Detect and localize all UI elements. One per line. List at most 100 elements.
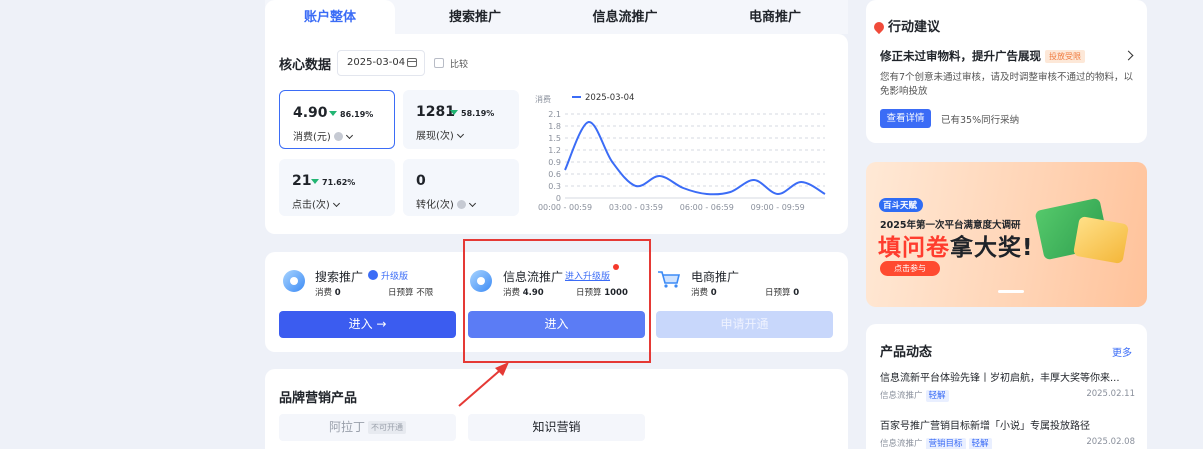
- news-headline: 百家号推广营销目标新增「小说」专属投放路径: [880, 421, 1090, 432]
- aladdin-label: 阿拉丁: [328, 420, 365, 434]
- series-line: [564, 121, 826, 196]
- product-budget: 日预算 0: [765, 288, 800, 298]
- x-tick-label: 00:00 - 00:59: [538, 203, 592, 212]
- spend-line-chart: 2.1 1.8 1.5 1.2 0.9 0.6 0.3 0 消费 2025-03-04 00:00 …: [535, 93, 826, 212]
- metric-name: 点击(次): [292, 196, 340, 211]
- brand-logo: 百斗天赋: [879, 198, 924, 212]
- prize-illustration: [1072, 215, 1130, 265]
- metric-name: 展现(次): [416, 127, 464, 142]
- upgrade-link[interactable]: 升级版: [381, 269, 408, 282]
- calendar-icon: [407, 58, 417, 67]
- chevron-down-icon: [468, 199, 476, 208]
- x-tick-label: 09:00 - 09:59: [751, 203, 805, 212]
- brand-title: 品牌营销产品: [279, 391, 358, 406]
- more-link[interactable]: 更多: [1112, 344, 1132, 359]
- tab-search-promotion[interactable]: 搜索推广: [415, 0, 535, 34]
- info-icon: [456, 200, 466, 209]
- news-meta: 信息流推广 营销目标 轻解 2025.02.08: [880, 437, 1135, 449]
- annotation-arrow: [458, 362, 509, 407]
- view-details-button[interactable]: 查看详情: [880, 109, 931, 128]
- action-title[interactable]: 修正未过审物料，提升广告展现 投放受限: [880, 48, 1085, 64]
- chevron-down-icon: [332, 199, 340, 208]
- apply-ecommerce-button[interactable]: 申请开通: [656, 311, 833, 338]
- compare-checkbox[interactable]: [434, 58, 444, 68]
- location-pin-icon: [871, 19, 887, 35]
- enter-search-button[interactable]: 进入 →: [279, 311, 456, 338]
- news-headline: 信息流新平台体验先锋丨岁初启航，丰厚大奖等你来...: [880, 373, 1120, 384]
- product-budget: 日预算 不限: [388, 288, 434, 298]
- restricted-tag: 投放受限: [1045, 50, 1085, 63]
- y-tick-label: 0.3: [548, 182, 561, 191]
- y-axis-label: 消费: [535, 94, 551, 104]
- metric-value: 0: [416, 173, 426, 189]
- core-data-title: 核心数据: [279, 58, 332, 73]
- aladdin-button[interactable]: 阿拉丁 不可开通: [279, 414, 456, 441]
- metric-spend[interactable]: 4.90 86.19% 消费(元): [279, 90, 395, 149]
- x-tick-label: 03:00 - 03:59: [609, 203, 663, 212]
- x-tick-label: 06:00 - 06:59: [680, 203, 734, 212]
- metric-value: 4.90: [293, 105, 328, 121]
- down-triangle-icon: [450, 110, 458, 115]
- y-tick-label: 0: [556, 194, 561, 203]
- y-tick-label: 2.1: [548, 110, 561, 119]
- metric-change: 86.19%: [329, 110, 373, 119]
- y-tick-label: 1.2: [548, 146, 561, 155]
- tab-ecommerce-promotion[interactable]: 电商推广: [715, 0, 835, 34]
- compare-label: 比较: [450, 60, 469, 70]
- action-suggestion-card: 行动建议 修正未过审物料，提升广告展现 投放受限 您有7个创意未通过审核，请及时调…: [866, 0, 1147, 143]
- metric-impressions[interactable]: 1281 58.19% 展现(次): [403, 90, 519, 149]
- product-spend: 消费 0: [315, 288, 341, 298]
- search-promotion-icon: [283, 270, 305, 292]
- banner-headline: 填问卷拿大奖!: [878, 235, 1034, 261]
- brand-marketing-card: 品牌营销产品 阿拉丁 不可开通 知识营销: [265, 369, 848, 449]
- info-icon: [333, 132, 343, 141]
- action-header: 行动建议: [871, 16, 940, 35]
- metric-conversions[interactable]: 0 转化(次): [403, 159, 519, 216]
- metric-change: 58.19%: [450, 109, 494, 118]
- metric-name: 消费(元): [293, 128, 353, 143]
- cart-icon: [658, 271, 681, 288]
- y-tick-label: 1.8: [548, 122, 561, 131]
- promotion-tabs: 账户整体 搜索推广 信息流推广 电商推广: [265, 0, 848, 34]
- news-tag: 轻解: [968, 438, 992, 449]
- product-name: 电商推广: [691, 270, 740, 284]
- product-name: 搜索推广: [315, 270, 364, 284]
- knowledge-marketing-button[interactable]: 知识营销: [468, 414, 645, 441]
- news-item[interactable]: 百家号推广营销目标新增「小说」专属投放路径 信息流推广 营销目标 轻解 2025.0…: [880, 417, 1135, 449]
- news-tag: 营销目标: [925, 438, 966, 449]
- chevron-down-icon: [456, 130, 464, 139]
- carousel-indicator[interactable]: [998, 290, 1024, 293]
- date-value: 2025-03-04: [347, 57, 406, 68]
- survey-banner[interactable]: 百斗天赋 2025年第一次平台满意度大调研 填问卷拿大奖! 点击参与: [866, 162, 1147, 307]
- product-news-card: 产品动态 更多 信息流新平台体验先锋丨岁初启航，丰厚大奖等你来... 信息流推广…: [866, 324, 1147, 449]
- down-triangle-icon: [311, 179, 319, 184]
- chevron-down-icon: [345, 131, 353, 140]
- y-tick-label: 0.9: [548, 158, 561, 167]
- y-tick-label: 0.6: [548, 170, 561, 179]
- tab-feed-promotion[interactable]: 信息流推广: [565, 0, 685, 34]
- legend-label: 2025-03-04: [585, 93, 634, 103]
- highlight-box: [463, 239, 651, 363]
- news-item[interactable]: 信息流新平台体验先锋丨岁初启航，丰厚大奖等你来... 信息流推广 轻解 2025.…: [880, 369, 1135, 402]
- news-meta: 信息流推广 轻解 2025.02.11: [880, 389, 1135, 402]
- adoption-note: 已有35%同行采纳: [941, 115, 1020, 126]
- metric-change: 71.62%: [311, 178, 355, 187]
- participate-button[interactable]: 点击参与: [880, 261, 940, 276]
- down-triangle-icon: [329, 111, 337, 116]
- core-data-card: 核心数据 2025-03-04 比较 4.90 86.19% 消费(元) 128…: [265, 34, 848, 234]
- product-spend: 消费 0: [691, 288, 717, 298]
- y-tick-label: 1.5: [548, 134, 561, 143]
- news-title: 产品动态: [880, 345, 933, 360]
- news-tag: 轻解: [925, 390, 949, 402]
- metric-value: 21: [292, 173, 312, 189]
- date-picker[interactable]: 2025-03-04: [337, 50, 425, 76]
- news-date: 2025.02.11: [1086, 389, 1135, 399]
- action-description: 您有7个创意未通过审核，请及时调整审核不通过的物料，以免影响投放: [880, 72, 1134, 97]
- tab-account-overview[interactable]: 账户整体: [265, 0, 395, 34]
- upgrade-icon: [368, 270, 378, 280]
- metric-clicks[interactable]: 21 71.62% 点击(次): [279, 159, 395, 216]
- news-date: 2025.02.08: [1086, 437, 1135, 447]
- unavailable-tag: 不可开通: [368, 421, 406, 434]
- metric-name: 转化(次): [416, 196, 476, 211]
- chevron-right-icon[interactable]: [1123, 50, 1134, 61]
